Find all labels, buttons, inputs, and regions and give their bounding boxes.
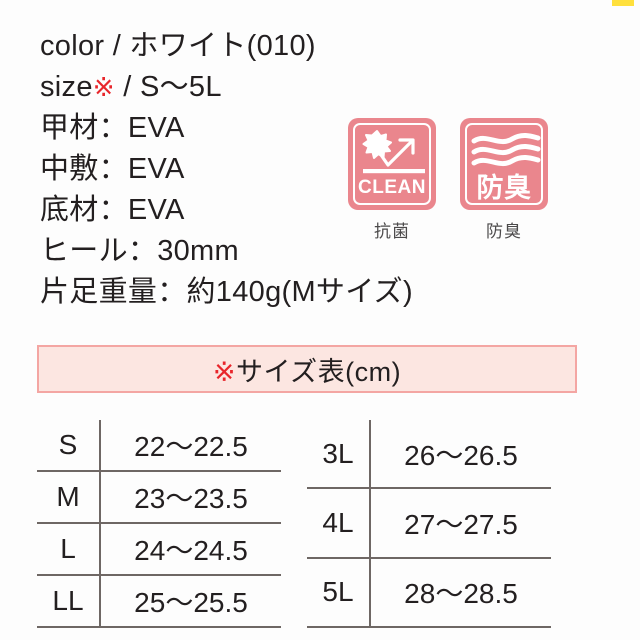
size-cell: LL [37, 575, 101, 628]
size-cell: L [37, 523, 101, 576]
spec-line-size: size※ / S〜5L [40, 67, 440, 108]
spec-size-suffix: / S〜5L [114, 71, 222, 103]
feature-badge-group: CLEAN 抗菌 防臭 防臭 [348, 118, 548, 242]
table-row: LL 25〜25.5 [37, 575, 281, 628]
table-row: L 24〜24.5 [37, 523, 281, 576]
size-table-header-label: サイズ表(cm) [235, 356, 402, 387]
spec-line-color: color / ホワイト(010) [40, 30, 316, 62]
badge-deodorant-box: 防臭 [460, 118, 548, 210]
size-cell: S [37, 420, 101, 472]
badge-antibacterial-word: CLEAN [358, 177, 426, 198]
range-cell: 25〜25.5 [100, 575, 281, 628]
badge-deodorant-caption: 防臭 [486, 222, 522, 241]
range-cell: 22〜22.5 [100, 420, 281, 472]
range-cell: 24〜24.5 [100, 523, 281, 576]
badge-antibacterial-caption: 抗菌 [374, 222, 410, 241]
clean-burst-arrow-icon [355, 125, 429, 177]
range-cell: 23〜23.5 [100, 471, 281, 524]
range-cell: 26〜26.5 [370, 420, 551, 490]
size-table-header-text: ※サイズ表(cm) [213, 350, 401, 389]
size-table-left: S 22〜22.5 M 23〜23.5 L 24〜24.5 LL 25〜25.5 [37, 420, 281, 628]
size-cell: 5L [307, 557, 371, 629]
table-row: 5L 28〜28.5 [307, 557, 551, 629]
size-cell: 3L [307, 420, 371, 490]
kome-mark-icon: ※ [92, 72, 115, 102]
badge-deodorant: 防臭 防臭 [460, 118, 548, 242]
spec-line-weight: 片足重量：約140g(Mサイズ) [40, 276, 413, 308]
range-cell: 28〜28.5 [370, 557, 551, 629]
kome-mark-icon: ※ [212, 356, 236, 387]
table-row: S 22〜22.5 [37, 420, 281, 472]
air-wave-lines-icon [467, 125, 541, 177]
yellow-edge-marker [612, 0, 634, 6]
size-table-right: 3L 26〜26.5 4L 27〜27.5 5L 28〜28.5 [307, 420, 551, 629]
size-table-header-band: ※サイズ表(cm) [37, 345, 577, 393]
range-cell: 27〜27.5 [370, 488, 551, 559]
table-row: M 23〜23.5 [37, 471, 281, 524]
badge-deodorant-word: 防臭 [476, 173, 532, 203]
spec-size-prefix: size [40, 71, 93, 103]
size-cell: M [37, 471, 101, 524]
table-row: 3L 26〜26.5 [307, 420, 551, 490]
size-table-group: S 22〜22.5 M 23〜23.5 L 24〜24.5 LL 25〜25.5 [37, 420, 597, 629]
badge-deodorant-inner: 防臭 [465, 123, 543, 205]
product-spec-page: color / ホワイト(010) size※ / S〜5L 甲材：EVA 中敷… [0, 0, 640, 640]
table-row: 4L 27〜27.5 [307, 488, 551, 559]
badge-antibacterial: CLEAN 抗菌 [348, 118, 436, 242]
badge-antibacterial-inner: CLEAN [353, 123, 431, 205]
badge-antibacterial-box: CLEAN [348, 118, 436, 210]
size-cell: 4L [307, 488, 371, 559]
